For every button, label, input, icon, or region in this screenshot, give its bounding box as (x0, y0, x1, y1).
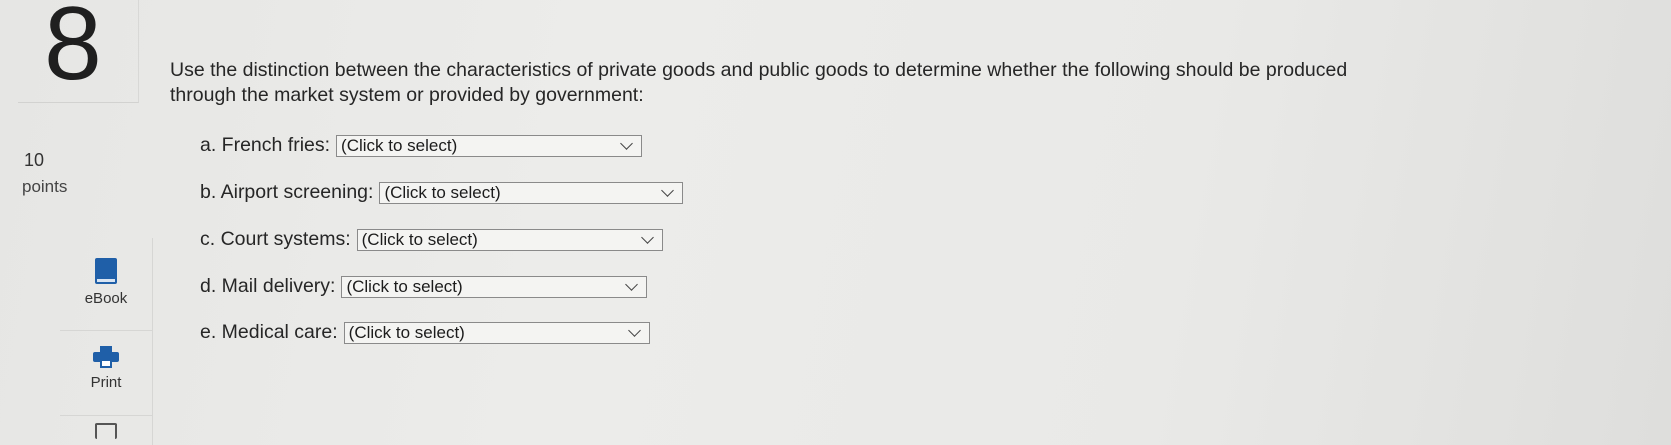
question-number-box: 8 (18, 0, 139, 103)
copy-icon (95, 423, 117, 439)
book-icon (95, 258, 117, 284)
print-button[interactable]: Print (60, 330, 153, 416)
item-medical-care: e. Medical care: (Click to select) (200, 321, 650, 344)
select-value: (Click to select) (348, 322, 465, 342)
ebook-label: eBook (84, 290, 128, 307)
printer-icon (93, 346, 119, 368)
ebook-button[interactable]: eBook (60, 238, 153, 331)
points-value: 10 (24, 150, 45, 170)
item-mail-delivery: d. Mail delivery: (Click to select) (200, 275, 648, 298)
item-label: b. Airport screening: (200, 181, 374, 203)
french-fries-select[interactable]: (Click to select) (336, 134, 643, 157)
select-value: (Click to select) (361, 229, 478, 249)
item-label: d. Mail delivery: (200, 275, 336, 297)
mail-delivery-select[interactable]: (Click to select) (341, 275, 648, 298)
chevron-down-icon (627, 323, 641, 337)
select-value: (Click to select) (346, 276, 463, 296)
left-rail: 8 10 points eBook Print (0, 0, 153, 445)
chevron-down-icon (640, 230, 654, 244)
points-label: points (22, 177, 68, 196)
chevron-down-icon (661, 183, 675, 197)
airport-screening-select[interactable]: (Click to select) (379, 181, 684, 204)
references-button[interactable] (60, 415, 153, 445)
print-label: Print (90, 374, 122, 391)
item-court-systems: c. Court systems: (Click to select) (200, 228, 663, 251)
chevron-down-icon (620, 136, 633, 150)
item-label: c. Court systems: (200, 228, 351, 250)
select-value: (Click to select) (384, 182, 501, 202)
court-systems-select[interactable]: (Click to select) (356, 228, 663, 251)
select-value: (Click to select) (341, 135, 458, 155)
item-label: a. French fries: (200, 134, 331, 156)
question-prompt: Use the distinction between the characte… (170, 59, 1348, 106)
chevron-down-icon (625, 277, 639, 291)
medical-care-select[interactable]: (Click to select) (343, 321, 650, 344)
item-airport-screening: b. Airport screening: (Click to select) (200, 181, 684, 204)
question-number: 8 (44, 0, 102, 102)
item-label: e. Medical care: (200, 321, 338, 343)
item-french-fries: a. French fries: (Click to select) (200, 134, 643, 157)
